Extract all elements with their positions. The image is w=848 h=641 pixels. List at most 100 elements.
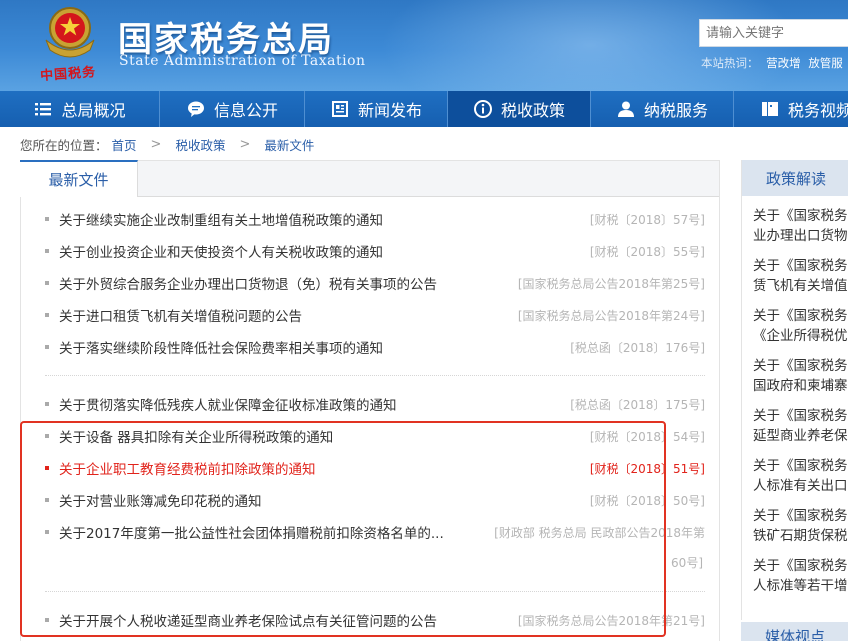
side-item-line: 铁矿石期货保税 xyxy=(753,528,848,544)
tax-emblem-icon[interactable] xyxy=(38,2,102,64)
side-item-line: 关于《国家税务 xyxy=(753,408,848,424)
item-title[interactable]: 关于外贸综合服务企业办理出口货物退（免）税有关事项的公告 xyxy=(59,273,510,293)
side-item-line: 延型商业养老保 xyxy=(753,428,848,444)
side-item-line: 人标准有关出口 xyxy=(753,478,848,494)
nav-item-taxpayer-service[interactable]: 纳税服务 xyxy=(591,91,734,127)
item-title[interactable]: 关于开展个人税收递延型商业养老保险试点有关征管问题的公告 xyxy=(59,610,510,630)
side-item-line: 赁飞机有关增值 xyxy=(753,278,848,294)
list-item[interactable]: 关于落实继续阶段性降低社会保险费率相关事项的通知 [税总函〔2018〕176号] xyxy=(45,336,705,358)
item-title[interactable]: 关于创业投资企业和天使投资个人有关税收政策的通知 xyxy=(59,241,582,261)
nav-item-news[interactable]: 新闻发布 xyxy=(305,91,448,127)
item-title[interactable]: 关于进口租赁飞机有关增值税问题的公告 xyxy=(59,305,510,325)
side-list-item[interactable]: 关于《国家税务 人标准有关出口 xyxy=(753,456,848,496)
hot-search: 本站热词： 营改增 放管服 xyxy=(701,55,843,71)
side-list-item[interactable]: 关于《国家税务 业办理出口货物 xyxy=(753,206,848,246)
tab-policy-interpretation[interactable]: 政策解读 xyxy=(742,160,848,196)
breadcrumb-separator: > xyxy=(150,137,162,152)
side-item-line: 关于《国家税务 xyxy=(753,558,848,574)
policy-interpretation-panel: 政策解读 关于《国家税务 业办理出口货物 关于《国家税务 赁飞机有关增值 关于《… xyxy=(741,160,848,620)
item-doc-number: [税总函〔2018〕176号] xyxy=(570,340,705,355)
speech-bubble-icon xyxy=(186,99,206,119)
side-item-line: 《企业所得税优 xyxy=(753,328,848,344)
tab-media-views[interactable]: 媒体视点 xyxy=(741,622,848,641)
nav-label: 税收政策 xyxy=(500,101,565,120)
breadcrumb-home[interactable]: 首页 xyxy=(112,135,137,154)
side-list-item[interactable]: 关于《国家税务 《企业所得税优 xyxy=(753,306,848,346)
breadcrumb-latest[interactable]: 最新文件 xyxy=(264,135,314,154)
list-item[interactable]: 关于外贸综合服务企业办理出口货物退（免）税有关事项的公告 [国家税务总局公告20… xyxy=(45,272,705,294)
latest-documents-panel: 最新文件 关于继续实施企业改制重组有关土地增值税政策的通知 [财税〔2018〕5… xyxy=(20,160,720,641)
list-item-highlighted[interactable]: 关于企业职工教育经费税前扣除政策的通知 [财税〔2018〕51号] xyxy=(45,457,705,479)
item-doc-number: [财税〔2018〕57号] xyxy=(589,212,705,227)
bullet-icon xyxy=(45,249,49,253)
list-item[interactable]: 关于设备 器具扣除有关企业所得税政策的通知 [财税〔2018〕54号] xyxy=(45,425,705,447)
nav-label: 税务视频 xyxy=(788,101,848,120)
list-item[interactable]: 关于创业投资企业和天使投资个人有关税收政策的通知 [财税〔2018〕55号] xyxy=(45,240,705,262)
side-list-item[interactable]: 关于《国家税务 国政府和柬埔寨 xyxy=(753,356,848,396)
list-divider xyxy=(45,375,705,376)
side-item-line: 国政府和柬埔寨 xyxy=(753,378,848,394)
list-item[interactable]: 关于继续实施企业改制重组有关土地增值税政策的通知 [财税〔2018〕57号] xyxy=(45,208,705,230)
side-item-line: 人标准等若干增 xyxy=(753,578,848,594)
item-title[interactable]: 关于设备 器具扣除有关企业所得税政策的通知 xyxy=(59,426,582,446)
item-doc-number: [财税〔2018〕50号] xyxy=(589,493,705,508)
side-item-line: 关于《国家税务 xyxy=(753,208,848,224)
bullet-icon xyxy=(45,217,49,221)
list-item[interactable]: 关于对营业账簿减免印花税的通知 [财税〔2018〕50号] xyxy=(45,489,705,511)
side-item-line: 业办理出口货物 xyxy=(753,228,848,244)
breadcrumb-tax-policy[interactable]: 税收政策 xyxy=(175,135,225,154)
list-item[interactable]: 关于开展个人税收递延型商业养老保险试点有关征管问题的公告 [国家税务总局公告20… xyxy=(45,609,705,631)
side-item-line: 关于《国家税务 xyxy=(753,258,848,274)
nav-label: 纳税服务 xyxy=(643,101,708,120)
list-divider xyxy=(45,591,705,592)
side-item-line: 关于《国家税务 xyxy=(753,458,848,474)
side-list-item[interactable]: 关于《国家税务 铁矿石期货保税 xyxy=(753,506,848,546)
info-icon xyxy=(473,99,493,119)
bullet-icon xyxy=(45,345,49,349)
search-input[interactable] xyxy=(699,19,848,47)
item-title[interactable]: 关于继续实施企业改制重组有关土地增值税政策的通知 xyxy=(59,209,582,229)
side-item-line: 关于《国家税务 xyxy=(753,308,848,324)
hot-search-label: 本站热词： xyxy=(701,56,759,70)
breadcrumb: 您所在的位置： 首页 > 税收政策 > 最新文件 xyxy=(20,135,318,154)
breadcrumb-separator: > xyxy=(239,137,251,152)
site-subtitle: State Administration of Taxation xyxy=(119,53,366,69)
hot-word-link[interactable]: 放管服 xyxy=(808,56,843,70)
item-title[interactable]: 关于企业职工教育经费税前扣除政策的通知 xyxy=(59,458,582,478)
list-item[interactable]: 关于贯彻落实降低残疾人就业保障金征收标准政策的通知 [税总函〔2018〕175号… xyxy=(45,393,705,415)
item-doc-number: [财税〔2018〕51号] xyxy=(589,461,705,476)
side-item-line: 关于《国家税务 xyxy=(753,358,848,374)
item-title[interactable]: 关于2017年度第一批公益性社会团体捐赠税前扣除资格名单的... xyxy=(59,522,486,542)
breadcrumb-prefix: 您所在的位置： xyxy=(20,138,108,153)
side-tabbar: 政策解读 xyxy=(742,160,848,196)
nav-item-info-public[interactable]: 信息公开 xyxy=(160,91,305,127)
hot-word-link[interactable]: 营改增 xyxy=(766,56,801,70)
bullet-icon xyxy=(45,434,49,438)
side-list-item[interactable]: 关于《国家税务 人标准等若干增 xyxy=(753,556,848,596)
user-icon xyxy=(616,99,636,119)
panel-tabbar: 最新文件 xyxy=(20,160,719,197)
list-item[interactable]: 关于进口租赁飞机有关增值税问题的公告 [国家税务总局公告2018年第24号] xyxy=(45,304,705,326)
item-title[interactable]: 关于落实继续阶段性降低社会保险费率相关事项的通知 xyxy=(59,337,562,357)
item-doc-number: [财税〔2018〕55号] xyxy=(589,244,705,259)
main-nav: 总局概况 信息公开 新闻发布 税收政策 纳税服务 税务视频 xyxy=(0,91,848,127)
tab-latest-documents[interactable]: 最新文件 xyxy=(20,160,138,197)
nav-item-video[interactable]: 税务视频 xyxy=(734,91,848,127)
item-title[interactable]: 关于对营业账簿减免印花税的通知 xyxy=(59,490,582,510)
item-doc-number-continued: 60号] xyxy=(671,556,703,570)
item-doc-number: [税总函〔2018〕175号] xyxy=(570,397,705,412)
item-doc-number: [国家税务总局公告2018年第25号] xyxy=(517,276,705,291)
item-doc-number: [财税〔2018〕54号] xyxy=(589,429,705,444)
nav-item-tax-policy[interactable]: 税收政策 xyxy=(448,91,591,127)
item-title[interactable]: 关于贯彻落实降低残疾人就业保障金征收标准政策的通知 xyxy=(59,394,562,414)
nav-item-overview[interactable]: 总局概况 xyxy=(0,91,160,127)
side-list-item[interactable]: 关于《国家税务 赁飞机有关增值 xyxy=(753,256,848,296)
bullet-icon xyxy=(45,466,49,470)
bullet-icon xyxy=(45,402,49,406)
list-item[interactable]: 关于2017年度第一批公益性社会团体捐赠税前扣除资格名单的... [财政部 税务… xyxy=(45,521,705,543)
side-list-item[interactable]: 关于《国家税务 延型商业养老保 xyxy=(753,406,848,446)
bullet-icon xyxy=(45,313,49,317)
site-header: 中国税务 国家税务总局 State Administration of Taxa… xyxy=(0,0,848,91)
nav-label: 总局概况 xyxy=(61,101,126,120)
item-doc-number: [国家税务总局公告2018年第24号] xyxy=(517,308,705,323)
